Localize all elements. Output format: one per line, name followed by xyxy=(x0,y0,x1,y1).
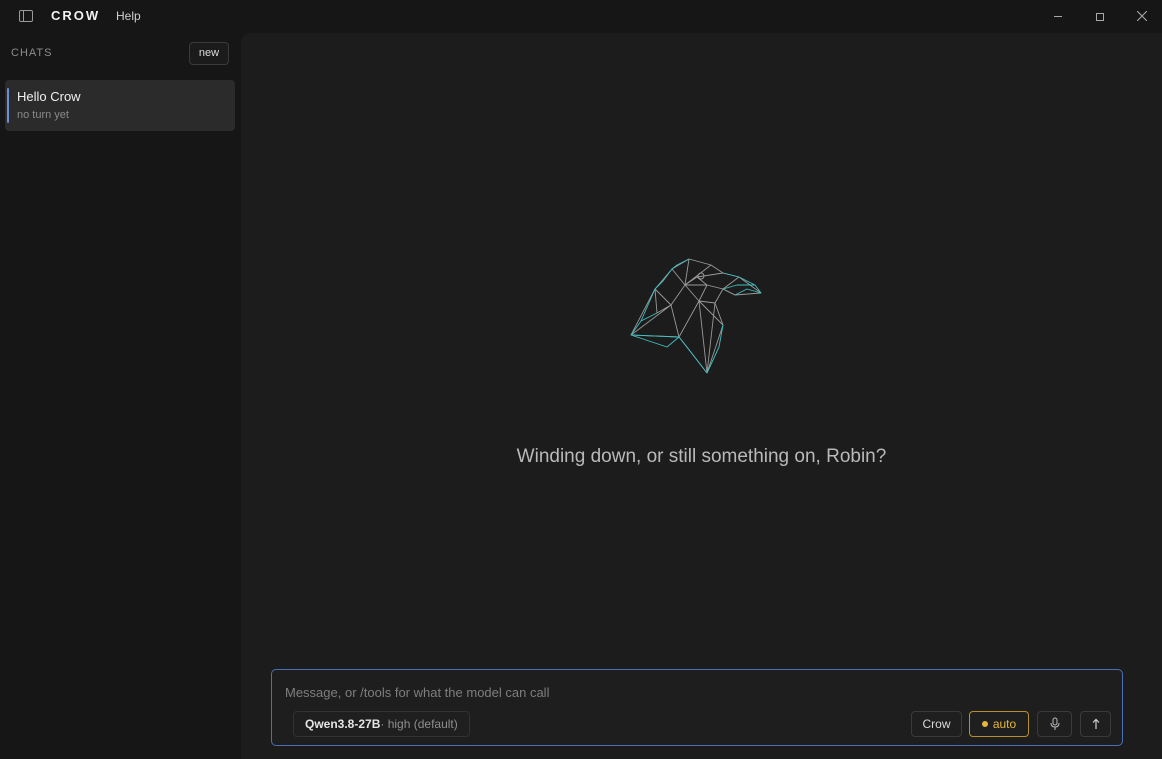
message-input[interactable] xyxy=(285,682,1105,702)
app-brand: CROW xyxy=(51,8,101,23)
status-dot-icon xyxy=(981,721,988,727)
help-menu[interactable]: Help xyxy=(116,9,141,23)
close-icon[interactable] xyxy=(1121,0,1162,33)
mode-button[interactable]: auto xyxy=(969,711,1029,737)
microphone-icon xyxy=(1050,717,1059,730)
send-button[interactable] xyxy=(1080,711,1111,737)
sidebar-toggle-icon[interactable] xyxy=(19,10,33,22)
title-bar: CROW Help xyxy=(0,0,1162,33)
chats-heading: CHATS xyxy=(11,47,53,59)
main-panel: Winding down, or still something on, Rob… xyxy=(241,33,1162,759)
greeting-text: Winding down, or still something on, Rob… xyxy=(516,446,887,467)
sidebar: CHATS new Hello Crow no turn yet xyxy=(0,33,241,759)
agent-button[interactable]: Crow xyxy=(911,711,962,737)
app-window: CROW Help CHATS new Hello Crow no turn y… xyxy=(0,0,1162,759)
model-detail: · high (default) xyxy=(380,717,458,731)
chat-title: Hello Crow xyxy=(17,89,81,104)
arrow-up-icon xyxy=(1092,718,1099,729)
minimize-icon[interactable] xyxy=(1037,0,1079,33)
model-selector-button[interactable]: Qwen3.8-27B· high (default) xyxy=(293,711,470,737)
new-chat-button[interactable]: new xyxy=(189,42,229,65)
chat-list-item[interactable]: Hello Crow no turn yet xyxy=(5,80,235,131)
chat-subtitle: no turn yet xyxy=(17,109,69,121)
active-indicator xyxy=(7,88,9,123)
model-name: Qwen3.8-27B xyxy=(305,717,381,731)
maximize-icon[interactable] xyxy=(1079,0,1121,33)
crow-logo-icon xyxy=(630,258,762,374)
mode-label: auto xyxy=(992,717,1017,731)
microphone-button[interactable] xyxy=(1037,711,1072,737)
message-composer: Qwen3.8-27B· high (default) Crow auto xyxy=(271,669,1123,746)
